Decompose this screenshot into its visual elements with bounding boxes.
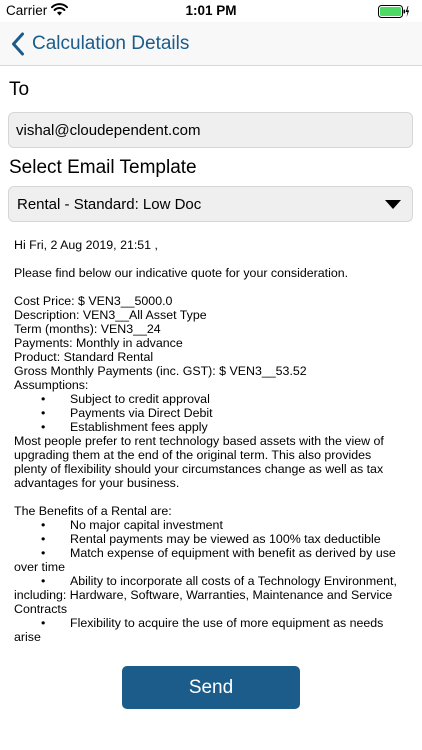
email-template-select[interactable]: Rental - Standard: Low Doc bbox=[8, 186, 413, 222]
message-cost-price: Cost Price: $ VEN3__5000.0 bbox=[14, 294, 173, 308]
template-label: Select Email Template bbox=[9, 157, 197, 178]
list-item: • Flexibility to acquire the use of more … bbox=[14, 616, 384, 642]
list-item: • Establishment fees apply bbox=[41, 420, 208, 434]
chevron-left-icon bbox=[12, 32, 24, 56]
list-item: • Rental payments may be viewed as 100% t… bbox=[41, 532, 381, 546]
message-description: Description: VEN3__All Asset Type bbox=[14, 308, 207, 322]
message-product: Product: Standard Rental bbox=[14, 350, 154, 364]
email-message-body[interactable]: Hi Fri, 2 Aug 2019, 21:51 , Please find … bbox=[14, 238, 398, 642]
message-assumptions-label: Assumptions: bbox=[14, 378, 89, 392]
message-payments: Payments: Monthly in advance bbox=[14, 336, 183, 350]
list-item: • Match expense of equipment with benefit… bbox=[14, 546, 396, 574]
navigation-bar: Calculation Details bbox=[0, 22, 422, 66]
list-item: • Ability to incorporate all costs of a T… bbox=[14, 574, 397, 616]
status-time: 1:01 PM bbox=[185, 3, 237, 18]
message-benefits-label: The Benefits of a Rental are: bbox=[14, 504, 172, 518]
caret-down-icon bbox=[385, 200, 401, 209]
to-label: To bbox=[9, 79, 30, 100]
message-term: Term (months): VEN3__24 bbox=[14, 322, 161, 336]
message-greeting: Hi Fri, 2 Aug 2019, 21:51 , bbox=[14, 238, 158, 252]
message-rent-paragraph: Most people prefer to rent technology ba… bbox=[14, 434, 384, 490]
message-intro: Please find below our indicative quote f… bbox=[14, 266, 349, 280]
template-selected-value: Rental - Standard: Low Doc bbox=[17, 196, 202, 213]
list-item: • Subject to credit approval bbox=[41, 392, 210, 406]
list-item: • No major capital investment bbox=[41, 518, 223, 532]
status-bar: Carrier 1:01 PM bbox=[0, 0, 422, 22]
battery-icon bbox=[378, 5, 410, 18]
send-button[interactable]: Send bbox=[122, 666, 300, 709]
message-gross-payments: Gross Monthly Payments (inc. GST): $ VEN… bbox=[14, 364, 307, 378]
list-item: • Payments via Direct Debit bbox=[41, 406, 213, 420]
back-button[interactable]: Calculation Details bbox=[10, 30, 189, 58]
back-button-label: Calculation Details bbox=[32, 33, 190, 54]
email-field[interactable] bbox=[8, 112, 413, 148]
